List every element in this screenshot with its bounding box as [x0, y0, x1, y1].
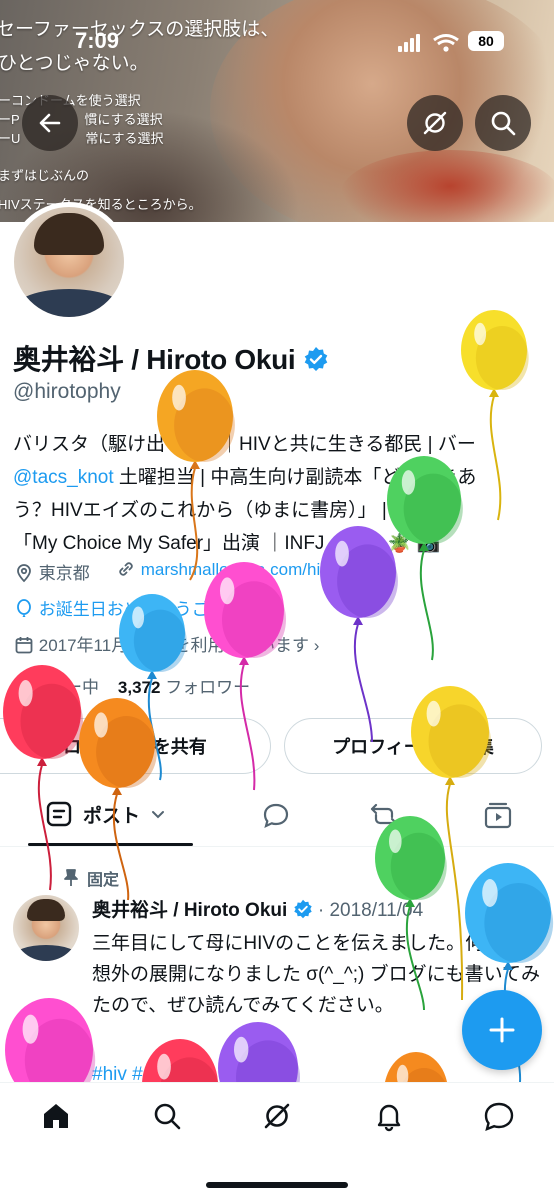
link-icon: [119, 562, 133, 576]
posts-tab-icon: [46, 801, 72, 827]
chevron-down-icon: [152, 811, 165, 819]
edit-profile-button[interactable]: プロフィールを編集: [284, 718, 542, 774]
bio-line-1: バリスタ（駆け出し☕）｜HIVと共に生きる都民 | バー: [13, 434, 476, 455]
post-author-avatar[interactable]: [13, 895, 79, 961]
grok-nav-icon[interactable]: [261, 1100, 293, 1132]
bio-line-3: う？HIVエイズのこれから（ゆまに書房）」 | akta: [13, 500, 429, 521]
battery-indicator: 80: [468, 31, 504, 51]
followers-count: 3,372: [117, 678, 161, 697]
avatar-photo: [14, 207, 124, 317]
calendar-icon: [15, 637, 33, 654]
balloon: [218, 1022, 300, 1082]
home-icon[interactable]: [40, 1100, 72, 1132]
edit-profile-label: プロフィールを編集: [332, 737, 494, 757]
post-avatar-hair: [27, 899, 65, 921]
location-text: 東京都: [38, 564, 90, 583]
balloon-icon: [17, 599, 31, 617]
active-tab-indicator: [28, 843, 193, 846]
status-time: 7:09: [75, 28, 120, 53]
balloon: [3, 665, 83, 891]
balloon: [5, 998, 96, 1082]
post-author-name[interactable]: 奥井裕斗 / Hiroto Okui: [92, 900, 287, 921]
verified-badge-icon: [304, 347, 328, 371]
joined-text: 2017年11月からXを利用しています: [38, 636, 310, 655]
bio-line-4: 「My Choice My Safer」出演 ｜INFJ 🍰 🍌 🪴 📷: [13, 533, 441, 554]
tab-media-icon[interactable]: [483, 801, 513, 831]
grok-icon: [423, 111, 447, 135]
arrow-left-icon: [39, 113, 61, 133]
following-stat[interactable]: フォロー中: [14, 678, 99, 697]
plus-icon: [489, 1017, 515, 1043]
birthday-text: お誕生日おめでとうございます。: [38, 600, 293, 619]
tab-reposts-icon[interactable]: [369, 801, 399, 831]
balloon: [385, 1052, 447, 1082]
back-button[interactable]: [22, 95, 78, 151]
post-header: 奥井裕斗 / Hiroto Okui · 2018/11/04: [92, 895, 423, 922]
balloon: [142, 1039, 219, 1082]
post-avatar-shirt: [13, 945, 79, 961]
search-button[interactable]: [475, 95, 531, 151]
notifications-bell-icon[interactable]: [373, 1100, 405, 1132]
banner-text-6: まずはじぶんの: [0, 168, 90, 183]
profile-name: 奥井裕斗 / Hiroto Okui: [13, 338, 329, 378]
bio-line-2: @tacs_knot 土曜担当 | 中高生向け副読本「どう向きあ: [13, 461, 543, 494]
following-label: フォロー中: [14, 678, 99, 697]
bio-line-2-text: 土曜担当 | 中高生向け副読本「どう向きあ: [113, 467, 477, 488]
chevron-right-icon: ›: [313, 636, 320, 655]
home-indicator: [206, 1182, 348, 1188]
mention-link[interactable]: @tacs_knot: [13, 467, 114, 488]
post-date: · 2018/11/04: [317, 900, 424, 921]
share-profile-label: ロフィールを共有: [63, 737, 207, 757]
banner-text-1: セーファーセックスの選択肢は、: [0, 19, 280, 40]
tab-replies-icon[interactable]: [261, 801, 291, 831]
tab-posts[interactable]: ポスト: [45, 800, 166, 828]
website-row[interactable]: marshmallow-qa.com/hirotophy: [116, 559, 377, 580]
website-link[interactable]: marshmallow-qa.com/hirotophy: [141, 560, 377, 579]
profile-name-text: 奥井裕斗 / Hiroto Okui: [13, 344, 296, 375]
location-pin-icon: [17, 564, 31, 583]
birthday-row: お誕生日おめでとうございます。: [14, 595, 292, 620]
search-icon: [491, 111, 516, 136]
pinned-indicator: 固定: [63, 866, 119, 890]
joined-row[interactable]: 2017年11月からXを利用しています ›: [14, 631, 319, 656]
signal-wifi-icons: [398, 32, 462, 59]
profile-bio: バリスタ（駆け出し☕）｜HIVと共に生きる都民 | バー @tacs_knot …: [13, 428, 543, 560]
pinned-label: 固定: [87, 872, 120, 889]
profile-avatar[interactable]: [9, 202, 129, 322]
location-row: 東京都: [14, 559, 90, 584]
share-profile-button[interactable]: ロフィールを共有: [0, 718, 271, 774]
avatar-hair: [34, 213, 104, 255]
tab-posts-label: ポスト: [83, 805, 141, 827]
messages-icon[interactable]: [482, 1100, 516, 1132]
grok-button[interactable]: [407, 95, 463, 151]
avatar-shirt: [14, 289, 124, 317]
profile-handle: @hirotophy: [13, 380, 121, 403]
explore-search-icon[interactable]: [151, 1100, 183, 1132]
compose-button[interactable]: [462, 990, 542, 1070]
verified-badge-icon: [293, 899, 312, 919]
followers-label: フォロワー: [165, 678, 251, 697]
pin-icon: [64, 869, 78, 886]
followers-stat[interactable]: 3,372 フォロワー: [118, 678, 250, 697]
follow-stats: フォロー中 3,372 フォロワー: [14, 673, 250, 698]
